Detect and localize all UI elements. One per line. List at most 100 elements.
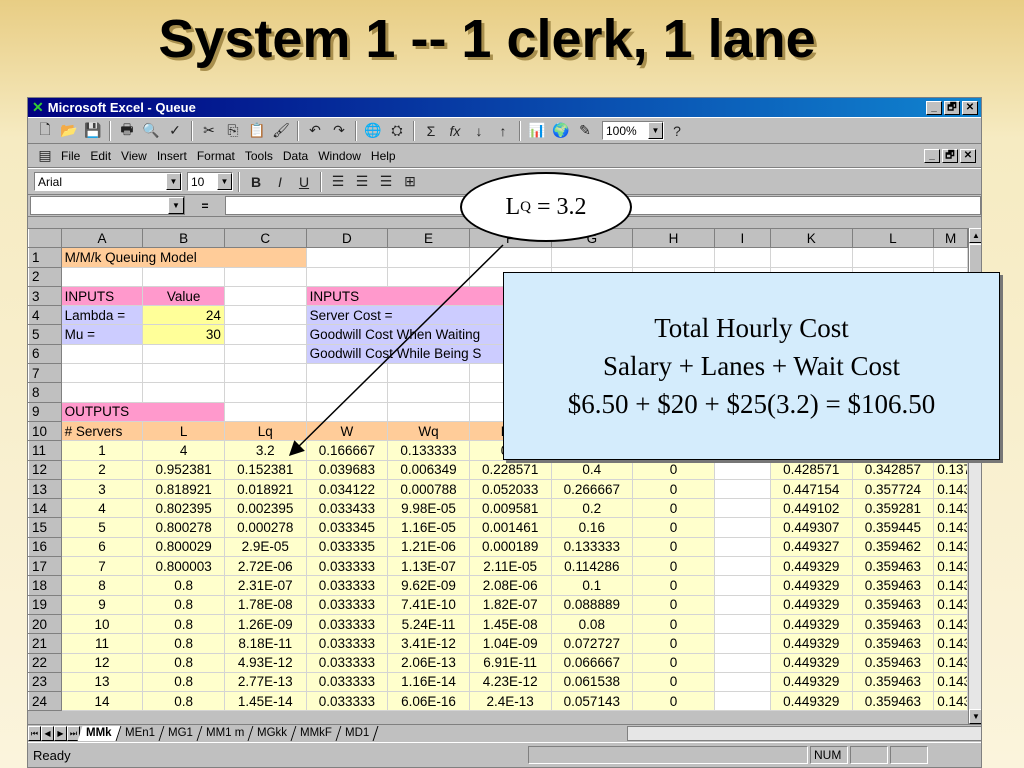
cell[interactable] bbox=[305, 266, 389, 287]
cell[interactable] bbox=[550, 247, 634, 268]
menu-file[interactable]: File bbox=[61, 149, 80, 163]
col-h-cell[interactable]: 0 bbox=[632, 575, 715, 596]
close-button[interactable]: ✕ bbox=[962, 100, 978, 115]
sheet-tab[interactable]: MD1 bbox=[336, 725, 379, 741]
lq-cell[interactable]: 0.018921 bbox=[223, 478, 307, 500]
col-h-cell[interactable]: 0 bbox=[632, 478, 715, 500]
sheet-icon[interactable]: ▤ bbox=[34, 145, 56, 167]
spelling-icon[interactable]: ✓ bbox=[164, 120, 186, 142]
mu-value-cell[interactable]: 30 bbox=[142, 324, 225, 345]
col-m-cell[interactable]: 0.143 bbox=[933, 671, 968, 693]
lambda-label-cell[interactable]: Lambda = bbox=[60, 305, 144, 326]
l-cell[interactable]: 0.800029 bbox=[142, 536, 225, 558]
pw-cell[interactable]: 2.08E-06 bbox=[468, 575, 552, 596]
print-preview-icon[interactable]: 🔍 bbox=[140, 120, 162, 142]
row-header[interactable]: 24 bbox=[28, 691, 62, 712]
menu-help[interactable]: Help bbox=[371, 149, 396, 163]
col-k-cell[interactable]: 0.449329 bbox=[769, 671, 853, 693]
w-header-cell[interactable]: W bbox=[305, 420, 389, 442]
cell[interactable] bbox=[387, 363, 470, 384]
col-i-cell[interactable] bbox=[713, 613, 771, 635]
cell[interactable] bbox=[933, 247, 968, 268]
l-header-cell[interactable]: L bbox=[142, 420, 225, 442]
align-right-icon[interactable]: ☰ bbox=[375, 171, 397, 193]
servers-cell[interactable]: 5 bbox=[60, 517, 144, 538]
cell[interactable] bbox=[305, 382, 389, 403]
zoom-select[interactable]: 100% ▼ bbox=[602, 121, 664, 140]
cell[interactable] bbox=[305, 363, 389, 384]
wq-cell[interactable]: 9.98E-05 bbox=[387, 498, 470, 519]
cell[interactable] bbox=[468, 247, 552, 268]
w-cell[interactable]: 0.033333 bbox=[305, 556, 389, 577]
l-cell[interactable]: 0.8 bbox=[142, 613, 225, 635]
col-k-cell[interactable]: 0.449329 bbox=[769, 556, 853, 577]
pw-cell[interactable]: 2.11E-05 bbox=[468, 556, 552, 577]
sheet-tab[interactable]: MMkF bbox=[291, 725, 342, 741]
col-m-cell[interactable]: 0.143 bbox=[933, 517, 968, 538]
col-i-cell[interactable] bbox=[713, 536, 771, 558]
col-m-cell[interactable]: 0.143 bbox=[933, 613, 968, 635]
col-k-cell[interactable]: 0.449329 bbox=[769, 594, 853, 615]
servers-header-cell[interactable]: # Servers bbox=[60, 420, 144, 442]
col-g-cell[interactable]: 0.066667 bbox=[550, 652, 634, 673]
col-g-cell[interactable]: 0.266667 bbox=[550, 478, 634, 500]
col-l-cell[interactable]: 0.359463 bbox=[851, 613, 935, 635]
w-cell[interactable]: 0.039683 bbox=[305, 459, 389, 480]
scroll-down-icon[interactable]: ▼ bbox=[969, 709, 981, 724]
sheet-tab[interactable]: MGkk bbox=[248, 725, 297, 741]
wq-cell[interactable]: 1.16E-05 bbox=[387, 517, 470, 538]
wq-cell[interactable]: 7.41E-10 bbox=[387, 594, 470, 615]
print-icon[interactable]: 🖶 bbox=[116, 120, 138, 142]
lq-cell[interactable]: 1.26E-09 bbox=[223, 613, 307, 635]
servers-cell[interactable]: 9 bbox=[60, 594, 144, 615]
col-m-cell[interactable]: 0.137 bbox=[933, 459, 968, 480]
menu-insert[interactable]: Insert bbox=[157, 149, 187, 163]
redo-icon[interactable]: ↷ bbox=[328, 120, 350, 142]
col-k-cell[interactable]: 0.449307 bbox=[769, 517, 853, 538]
column-header[interactable]: M bbox=[933, 227, 968, 249]
l-cell[interactable]: 0.8 bbox=[142, 652, 225, 673]
row-header[interactable]: 11 bbox=[28, 440, 62, 461]
wq-header-cell[interactable]: Wq bbox=[387, 420, 470, 442]
row-header[interactable]: 3 bbox=[28, 285, 62, 307]
map-icon[interactable]: 🌍 bbox=[550, 120, 572, 142]
cell[interactable] bbox=[223, 305, 307, 326]
servers-cell[interactable]: 2 bbox=[60, 459, 144, 480]
col-l-cell[interactable]: 0.359463 bbox=[851, 652, 935, 673]
paste-icon[interactable]: 📋 bbox=[246, 120, 268, 142]
sheet-tab[interactable]: MM1 m bbox=[197, 725, 254, 741]
menu-data[interactable]: Data bbox=[283, 149, 308, 163]
model-title-cell[interactable]: M/M/k Queuing Model bbox=[60, 247, 307, 268]
pw-cell[interactable]: 1.82E-07 bbox=[468, 594, 552, 615]
col-l-cell[interactable]: 0.359463 bbox=[851, 671, 935, 693]
row-header[interactable]: 18 bbox=[28, 575, 62, 596]
sheet-tab[interactable]: MEn1 bbox=[116, 725, 165, 741]
col-i-cell[interactable] bbox=[713, 459, 771, 480]
w-cell[interactable]: 0.033333 bbox=[305, 613, 389, 635]
column-header[interactable]: L bbox=[851, 227, 935, 249]
row-header[interactable]: 19 bbox=[28, 594, 62, 615]
col-h-cell[interactable]: 0 bbox=[632, 556, 715, 577]
col-h-cell[interactable]: 0 bbox=[632, 691, 715, 712]
col-h-cell[interactable]: 0 bbox=[632, 594, 715, 615]
cell[interactable] bbox=[223, 343, 307, 365]
hyperlink-icon[interactable]: 🌐 bbox=[362, 120, 384, 142]
col-h-cell[interactable]: 0 bbox=[632, 633, 715, 654]
col-l-cell[interactable]: 0.359463 bbox=[851, 633, 935, 654]
col-k-cell[interactable]: 0.449329 bbox=[769, 613, 853, 635]
l-cell[interactable]: 0.800278 bbox=[142, 517, 225, 538]
l-cell[interactable]: 0.8 bbox=[142, 633, 225, 654]
cell[interactable] bbox=[60, 363, 144, 384]
col-h-cell[interactable]: 0 bbox=[632, 613, 715, 635]
select-all-corner[interactable] bbox=[28, 227, 62, 249]
row-header[interactable]: 17 bbox=[28, 556, 62, 577]
lq-cell[interactable]: 2.77E-13 bbox=[223, 671, 307, 693]
l-cell[interactable]: 4 bbox=[142, 440, 225, 461]
first-sheet-icon[interactable]: ⏮ bbox=[28, 725, 41, 741]
menu-tools[interactable]: Tools bbox=[245, 149, 273, 163]
col-m-cell[interactable]: 0.143 bbox=[933, 691, 968, 712]
row-header[interactable]: 13 bbox=[28, 478, 62, 500]
l-cell[interactable]: 0.8 bbox=[142, 691, 225, 712]
menu-window[interactable]: Window bbox=[318, 149, 361, 163]
merge-center-icon[interactable]: ⊞ bbox=[399, 171, 421, 193]
